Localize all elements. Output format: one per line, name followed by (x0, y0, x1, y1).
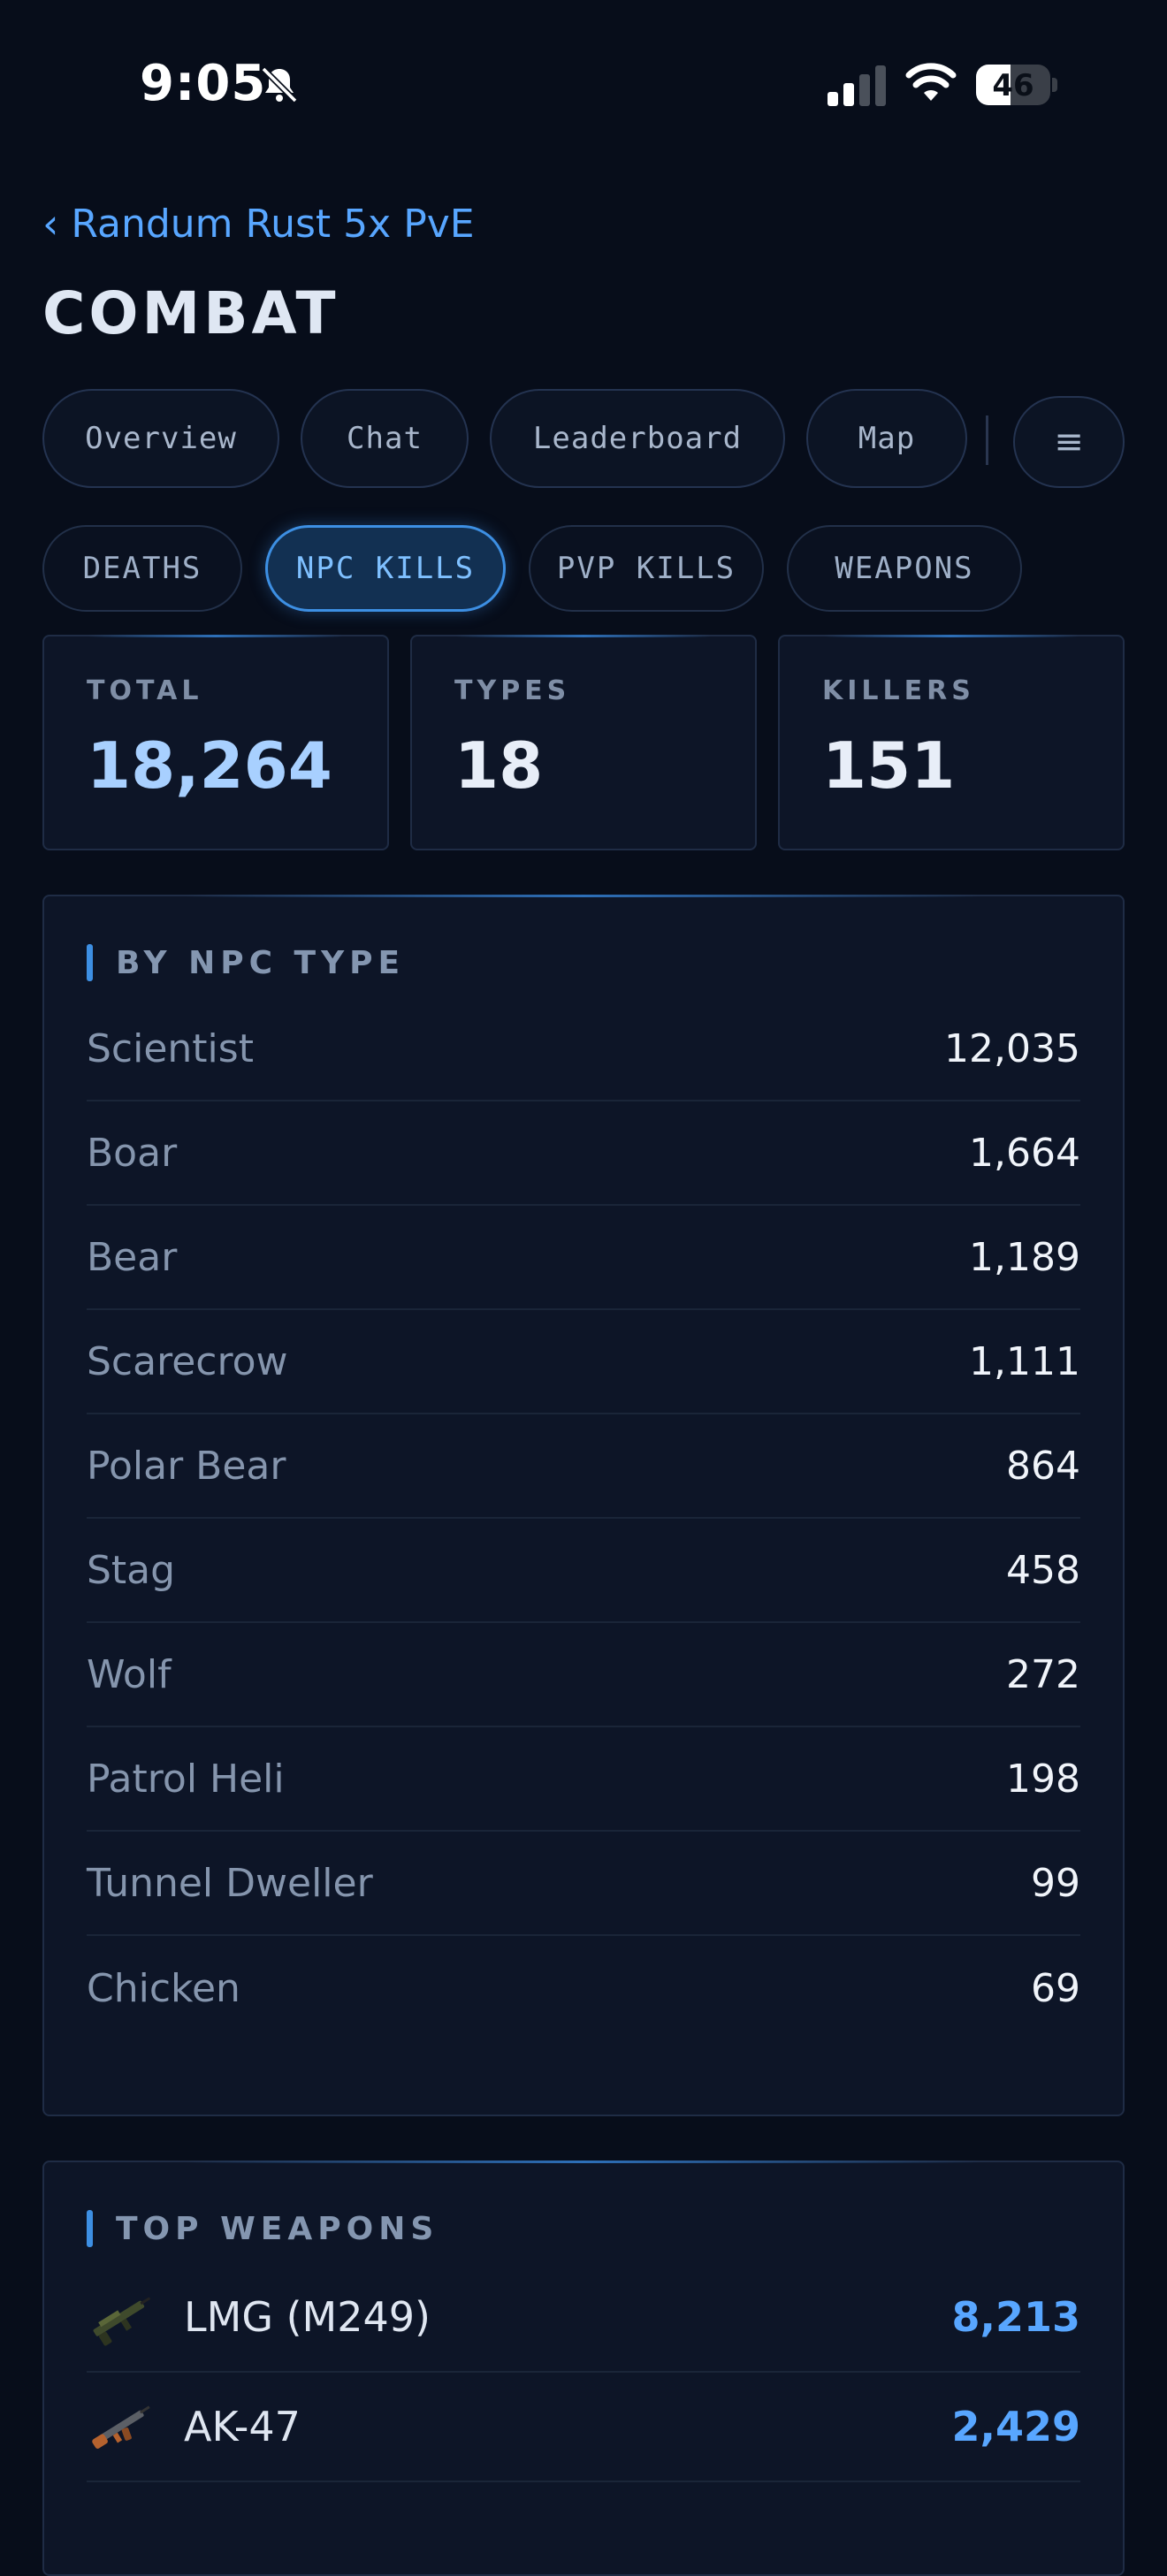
status-bar: 9:05 46 (0, 0, 1167, 168)
list-item: Wolf 272 (87, 1623, 1080, 1727)
menu-icon: ≡ (1054, 422, 1084, 462)
subtab-deaths[interactable]: DEATHS (42, 525, 242, 612)
section-header: TOP WEAPONS (87, 2210, 439, 2247)
list-item: Bear 1,189 (87, 1206, 1080, 1310)
stat-card-killers: KILLERS 151 (778, 635, 1125, 850)
stat-card-types: TYPES 18 (410, 635, 757, 850)
npc-name: Scarecrow (87, 1338, 288, 1384)
battery-icon: 46 (976, 65, 1059, 105)
top-weapons-panel: TOP WEAPONS LMG (M249) 8,213 AK-47 2,429 (42, 2161, 1125, 2576)
stat-label: TYPES (454, 675, 571, 706)
back-link-label: Randum Rust 5x PvE (71, 201, 475, 247)
tab-divider (986, 415, 988, 465)
list-item: Tunnel Dweller 99 (87, 1832, 1080, 1936)
npc-name: Chicken (87, 1965, 240, 2011)
wifi-icon (905, 63, 957, 101)
list-item: Stag 458 (87, 1519, 1080, 1623)
npc-name: Stag (87, 1547, 176, 1593)
stat-card-total: TOTAL 18,264 (42, 635, 389, 850)
npc-name: Patrol Heli (87, 1756, 285, 1802)
subtab-npc-kills[interactable]: NPC KILLS (265, 525, 506, 612)
npc-kill-count: 69 (1031, 1965, 1080, 2011)
subtab-weapons[interactable]: WEAPONS (787, 525, 1022, 612)
list-item: Boar 1,664 (87, 1101, 1080, 1206)
section-header: BY NPC TYPE (87, 944, 405, 981)
list-item: LMG (M249) 8,213 (87, 2263, 1080, 2373)
tab-chat[interactable]: Chat (301, 389, 469, 488)
stat-label: KILLERS (822, 675, 975, 706)
battery-percent: 46 (992, 68, 1034, 103)
npc-name: Boar (87, 1130, 178, 1176)
list-item: Chicken 69 (87, 1936, 1080, 2040)
npc-name: Scientist (87, 1025, 254, 1071)
list-item: Scientist 12,035 (87, 997, 1080, 1101)
weapon-name: AK-47 (184, 2403, 301, 2450)
stat-value: 151 (822, 728, 956, 803)
stat-value: 18,264 (87, 728, 332, 803)
npc-kill-count: 1,189 (969, 1234, 1080, 1280)
tab-map[interactable]: Map (806, 389, 967, 488)
stat-label: TOTAL (87, 675, 203, 706)
npc-kill-count: 1,664 (969, 1130, 1080, 1176)
npc-type-panel: BY NPC TYPE Scientist 12,035 Boar 1,664 … (42, 895, 1125, 2116)
stat-value: 18 (454, 728, 544, 803)
weapon-kill-count: 8,213 (951, 2293, 1080, 2341)
subtab-pvp-kills[interactable]: PVP KILLS (529, 525, 764, 612)
npc-name: Polar Bear (87, 1443, 286, 1489)
npc-kill-count: 864 (1006, 1443, 1080, 1489)
list-item: Patrol Heli 198 (87, 1727, 1080, 1832)
section-title: BY NPC TYPE (116, 944, 406, 981)
npc-kill-count: 458 (1006, 1547, 1080, 1593)
lmg-icon (93, 2297, 151, 2346)
npc-kill-count: 1,111 (969, 1338, 1080, 1384)
section-title: TOP WEAPONS (116, 2210, 439, 2247)
npc-kill-count: 198 (1006, 1756, 1080, 1802)
tab-leaderboard[interactable]: Leaderboard (490, 389, 785, 488)
back-link[interactable]: ‹ Randum Rust 5x PvE (42, 200, 475, 248)
ak47-icon (92, 2405, 150, 2449)
list-item: Polar Bear 864 (87, 1414, 1080, 1519)
clock: 9:05 (140, 55, 267, 112)
list-item: Scarecrow 1,111 (87, 1310, 1080, 1414)
npc-name: Tunnel Dweller (87, 1860, 373, 1906)
npc-kill-count: 99 (1031, 1860, 1080, 1906)
chevron-left-icon: ‹ (42, 200, 59, 248)
npc-name: Bear (87, 1234, 178, 1280)
weapon-kill-count: 2,429 (951, 2403, 1080, 2450)
weapon-name: LMG (M249) (184, 2293, 431, 2341)
page-title: COMBAT (42, 279, 339, 347)
npc-name: Wolf (87, 1651, 172, 1697)
bell-muted-icon (261, 66, 298, 103)
list-item: AK-47 2,429 (87, 2373, 1080, 2482)
menu-button[interactable]: ≡ (1013, 396, 1125, 488)
npc-kill-count: 272 (1006, 1651, 1080, 1697)
cellular-signal-icon (828, 65, 886, 106)
npc-kill-count: 12,035 (944, 1025, 1080, 1071)
tab-overview[interactable]: Overview (42, 389, 279, 488)
